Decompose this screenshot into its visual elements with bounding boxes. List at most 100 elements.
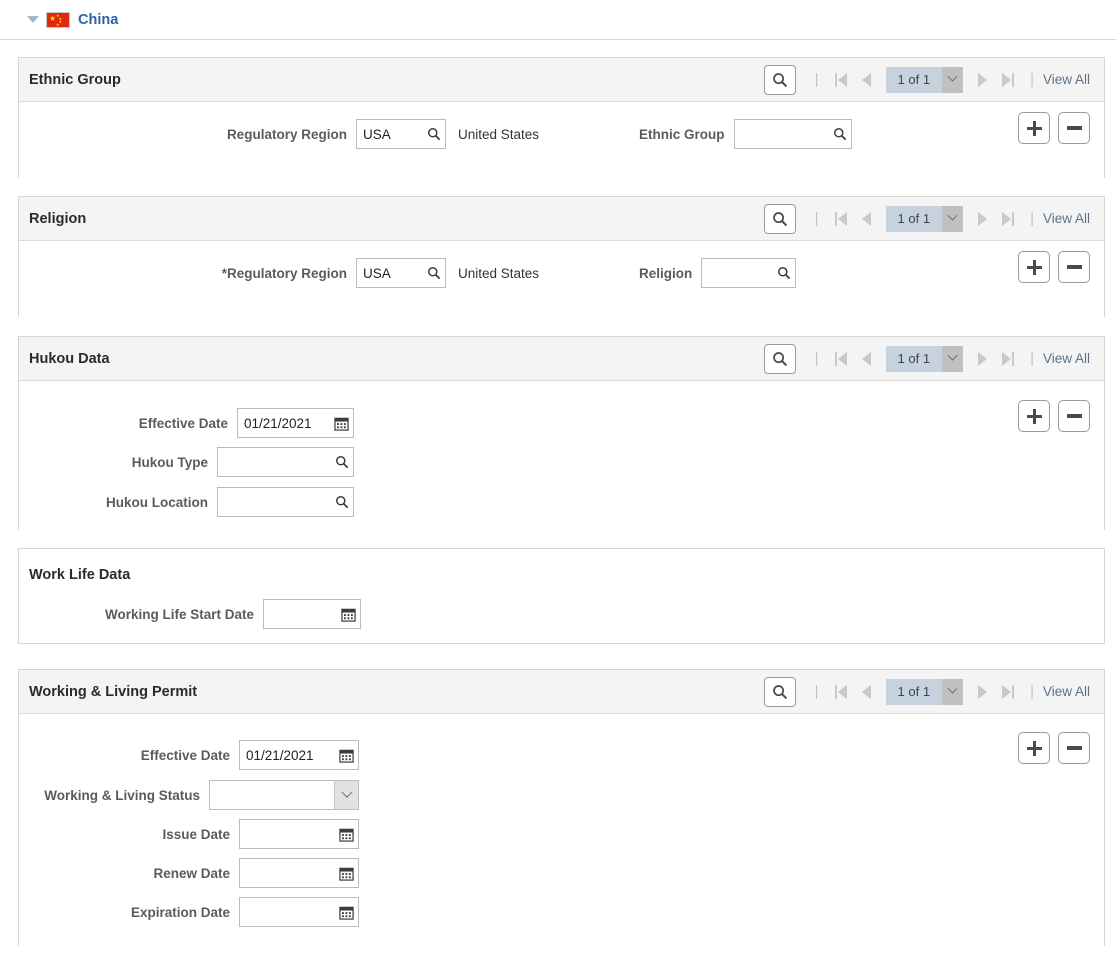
first-page-icon[interactable] <box>828 206 854 232</box>
panel-ethnic-group: Ethnic Group | 1 of 1 | View All Regulat… <box>18 57 1105 178</box>
previous-page-icon[interactable] <box>854 67 880 93</box>
separator: | <box>1030 350 1034 367</box>
row-counter[interactable]: 1 of 1 <box>885 345 964 372</box>
effective-date-input[interactable] <box>244 747 335 763</box>
view-all-link[interactable]: View All <box>1043 211 1094 226</box>
working-life-start-date-input-wrap[interactable] <box>263 599 361 629</box>
field-label: Working & Living Status <box>44 787 200 803</box>
calendar-icon[interactable] <box>335 748 354 763</box>
renew-date-input-wrap[interactable] <box>239 858 359 888</box>
hukou-location-input[interactable] <box>222 494 331 510</box>
china-flag-icon: ★ ★ ★ ★ ★ <box>46 11 70 28</box>
effective-date-input-wrap[interactable] <box>237 408 354 438</box>
field-expiration-date: Expiration Date <box>19 897 359 927</box>
view-all-link[interactable]: View All <box>1043 684 1094 699</box>
delete-row-button[interactable] <box>1058 400 1090 432</box>
effective-date-input-wrap[interactable] <box>239 740 359 770</box>
delete-row-button[interactable] <box>1058 112 1090 144</box>
previous-page-icon[interactable] <box>854 346 880 372</box>
lookup-search-icon[interactable] <box>423 266 441 280</box>
last-page-icon[interactable] <box>995 346 1021 372</box>
minus-icon <box>1066 126 1082 130</box>
panel-title: Hukou Data <box>29 350 110 367</box>
separator: | <box>814 210 819 227</box>
search-icon[interactable] <box>763 676 796 707</box>
chevron-down-icon[interactable] <box>942 345 964 372</box>
effective-date-input[interactable] <box>242 415 330 431</box>
first-page-icon[interactable] <box>828 679 854 705</box>
last-page-icon[interactable] <box>995 206 1021 232</box>
regulatory-region-input-wrap[interactable] <box>355 119 446 149</box>
calendar-icon[interactable] <box>330 416 349 431</box>
chevron-down-icon[interactable] <box>942 678 964 705</box>
last-page-icon[interactable] <box>995 67 1021 93</box>
next-page-icon[interactable] <box>969 67 995 93</box>
row-counter[interactable]: 1 of 1 <box>885 66 964 93</box>
calendar-icon[interactable] <box>335 827 354 842</box>
add-row-button[interactable] <box>1018 112 1050 144</box>
field-regulatory-region: *Regulatory Region United States <box>19 258 539 288</box>
issue-date-input-wrap[interactable] <box>239 819 359 849</box>
search-icon[interactable] <box>763 64 796 95</box>
chevron-down-icon[interactable] <box>942 205 964 232</box>
religion-input[interactable] <box>706 265 774 281</box>
view-all-link[interactable]: View All <box>1043 72 1094 87</box>
nav-strip: | 1 of 1 | View All <box>763 64 1094 95</box>
chevron-down-icon[interactable] <box>942 66 964 93</box>
field-issue-date: Issue Date <box>19 819 359 849</box>
row-action-buttons <box>1018 251 1090 283</box>
country-name-link[interactable]: China <box>78 12 118 28</box>
working-living-status-value <box>210 781 334 809</box>
lookup-search-icon[interactable] <box>773 266 791 280</box>
field-label: Regulatory Region <box>226 126 347 142</box>
ethnic-group-input[interactable] <box>738 126 829 142</box>
expiration-date-input[interactable] <box>244 904 335 920</box>
view-all-link[interactable]: View All <box>1043 351 1094 366</box>
lookup-search-icon[interactable] <box>829 127 847 141</box>
working-living-status-select[interactable] <box>209 780 359 810</box>
lookup-search-icon[interactable] <box>423 127 441 141</box>
chevron-down-icon[interactable] <box>334 781 358 809</box>
next-page-icon[interactable] <box>969 206 995 232</box>
row-counter[interactable]: 1 of 1 <box>885 678 964 705</box>
nav-strip: | 1 of 1 | View All <box>763 203 1094 234</box>
first-page-icon[interactable] <box>828 67 854 93</box>
next-page-icon[interactable] <box>969 679 995 705</box>
last-page-icon[interactable] <box>995 679 1021 705</box>
add-row-button[interactable] <box>1018 400 1050 432</box>
regulatory-region-input-wrap[interactable] <box>355 258 446 288</box>
field-label: Renew Date <box>153 865 230 881</box>
search-icon[interactable] <box>763 203 796 234</box>
delete-row-button[interactable] <box>1058 732 1090 764</box>
expiration-date-input-wrap[interactable] <box>239 897 359 927</box>
search-icon[interactable] <box>763 343 796 374</box>
first-page-icon[interactable] <box>828 346 854 372</box>
field-label: Issue Date <box>162 826 230 842</box>
add-row-button[interactable] <box>1018 251 1050 283</box>
panel-header-hukou-data: Hukou Data | 1 of 1 | View All <box>19 337 1104 381</box>
calendar-icon[interactable] <box>335 866 354 881</box>
lookup-search-icon[interactable] <box>331 455 349 469</box>
hukou-type-input[interactable] <box>222 454 331 470</box>
lookup-search-icon[interactable] <box>331 495 349 509</box>
add-row-button[interactable] <box>1018 732 1050 764</box>
hukou-location-input-wrap[interactable] <box>217 487 354 517</box>
delete-row-button[interactable] <box>1058 251 1090 283</box>
regulatory-region-input[interactable] <box>360 265 423 281</box>
renew-date-input[interactable] <box>244 865 335 881</box>
next-page-icon[interactable] <box>969 346 995 372</box>
previous-page-icon[interactable] <box>854 206 880 232</box>
panel-title: Work Life Data <box>29 567 131 583</box>
calendar-icon[interactable] <box>337 607 356 622</box>
hukou-type-input-wrap[interactable] <box>217 447 354 477</box>
triangle-down-icon[interactable] <box>27 16 39 23</box>
calendar-icon[interactable] <box>335 905 354 920</box>
minus-icon <box>1066 265 1082 269</box>
ethnic-group-input-wrap[interactable] <box>733 119 852 149</box>
working-life-start-date-input[interactable] <box>268 606 337 622</box>
previous-page-icon[interactable] <box>854 679 880 705</box>
regulatory-region-input[interactable] <box>360 126 423 142</box>
row-counter[interactable]: 1 of 1 <box>885 205 964 232</box>
religion-input-wrap[interactable] <box>701 258 797 288</box>
issue-date-input[interactable] <box>244 826 335 842</box>
